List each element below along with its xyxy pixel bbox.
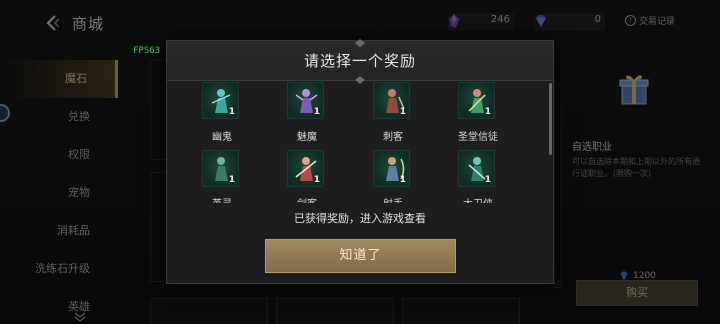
hero-portrait-icon: 1 <box>458 82 495 119</box>
hero-portrait-icon: 1 <box>373 82 410 119</box>
reward-count: 1 <box>228 107 235 117</box>
hero-portrait-icon: 1 <box>287 82 324 119</box>
dialog-title: 请选择一个奖励 <box>303 52 416 70</box>
dialog-header: 请选择一个奖励 <box>167 39 553 84</box>
reward-count: 1 <box>399 107 406 117</box>
reward-obtained-message: 已获得奖励，进入游戏查看 <box>294 212 426 225</box>
hero-portrait-icon: 1 <box>202 82 239 119</box>
reward-count: 1 <box>228 175 235 185</box>
reward-name: 英灵 <box>182 195 262 203</box>
reward-count: 1 <box>484 107 491 117</box>
reward-name: 大卫侠 <box>438 195 518 203</box>
reward-count: 1 <box>399 175 406 185</box>
reward-name: 魅魔 <box>297 132 317 143</box>
hero-portrait-icon: 1 <box>373 150 410 187</box>
reward-name: 幽鬼 <box>212 132 232 143</box>
confirm-button[interactable]: 知道了 <box>265 239 456 273</box>
ornament-icon <box>355 39 365 47</box>
reward-count: 1 <box>313 175 320 185</box>
reward-list-scrollbar[interactable] <box>549 83 552 155</box>
reward-name: 射手 <box>353 195 433 203</box>
reward-name: 刺客 <box>383 132 403 143</box>
reward-count: 1 <box>484 175 491 185</box>
reward-name: 圣堂信徒 <box>458 132 498 143</box>
reward-count: 1 <box>313 107 320 117</box>
fps-counter: FPS63 <box>133 46 161 56</box>
reward-name: 剑客 <box>267 195 347 203</box>
reward-select-dialog: 请选择一个奖励 1 幽鬼 1 魅魔 1 刺客 1 圣堂信徒 1 1 1 1 已获… <box>166 39 554 284</box>
reward-grid: 1 幽鬼 1 魅魔 1 刺客 1 圣堂信徒 1 1 1 1 <box>175 81 547 203</box>
hero-portrait-icon: 1 <box>458 150 495 187</box>
hero-portrait-icon: 1 <box>287 150 324 187</box>
hero-portrait-icon: 1 <box>202 150 239 187</box>
